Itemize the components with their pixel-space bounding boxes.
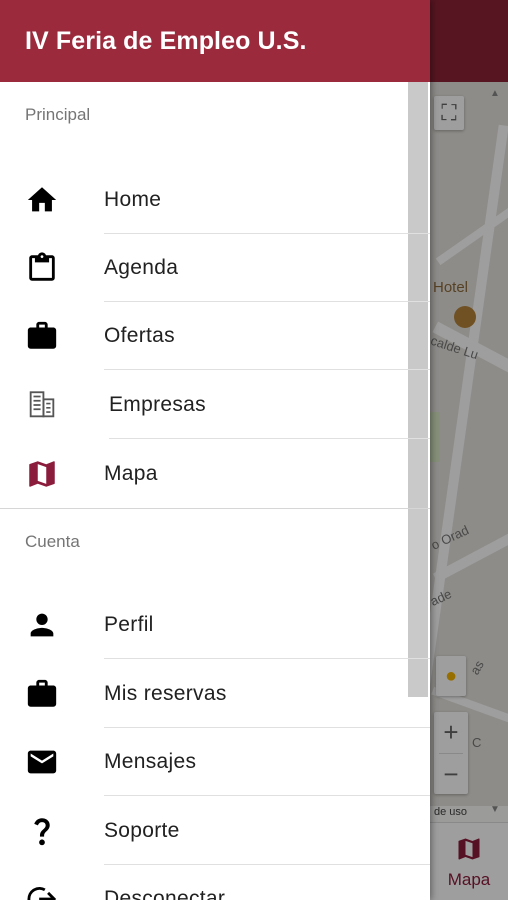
section-label-cuenta: Cuenta	[25, 532, 80, 551]
menu-item-mis-reservas[interactable]: Mis reservas	[0, 659, 430, 728]
person-icon	[25, 608, 59, 642]
map-icon	[25, 457, 59, 491]
menu-item-label: Mapa	[104, 461, 158, 485]
menu-item-home[interactable]: Home	[0, 165, 430, 234]
navigation-drawer: IV Feria de Empleo U.S. Principal Home A…	[0, 0, 430, 900]
section-divider	[0, 508, 430, 509]
menu-item-mensajes[interactable]: Mensajes	[0, 727, 430, 796]
menu-item-label: Ofertas	[104, 323, 175, 347]
menu-item-label: Mensajes	[104, 749, 197, 773]
menu-item-label: Empresas	[109, 392, 206, 416]
menu-item-label: Soporte	[104, 818, 180, 842]
home-icon	[25, 183, 59, 217]
question-icon	[25, 814, 59, 848]
menu-item-mapa[interactable]: Mapa	[0, 439, 410, 508]
menu-item-label: Desconectar	[104, 886, 226, 900]
menu-item-label: Perfil	[104, 612, 154, 636]
drawer-header: IV Feria de Empleo U.S.	[0, 0, 430, 82]
menu-item-label: Agenda	[104, 255, 179, 279]
menu-item-desconectar[interactable]: Desconectar	[0, 864, 410, 900]
briefcase-icon	[25, 677, 59, 711]
drawer-scrollbar[interactable]	[408, 82, 428, 697]
menu-item-soporte[interactable]: Soporte	[0, 796, 430, 865]
logout-icon	[25, 882, 59, 900]
clipboard-icon	[25, 251, 59, 285]
briefcase-icon	[25, 319, 59, 353]
menu-item-ofertas[interactable]: Ofertas	[0, 301, 430, 370]
section-label-principal: Principal	[25, 105, 91, 124]
menu-item-perfil[interactable]: Perfil	[0, 590, 430, 659]
building-icon	[25, 388, 59, 422]
menu-item-label: Home	[104, 187, 162, 211]
menu-item-label: Mis reservas	[104, 681, 227, 705]
app-title: IV Feria de Empleo U.S.	[25, 26, 307, 55]
mail-icon	[25, 745, 59, 779]
menu-item-empresas[interactable]: Empresas	[0, 370, 430, 439]
menu-item-agenda[interactable]: Agenda	[0, 233, 430, 302]
